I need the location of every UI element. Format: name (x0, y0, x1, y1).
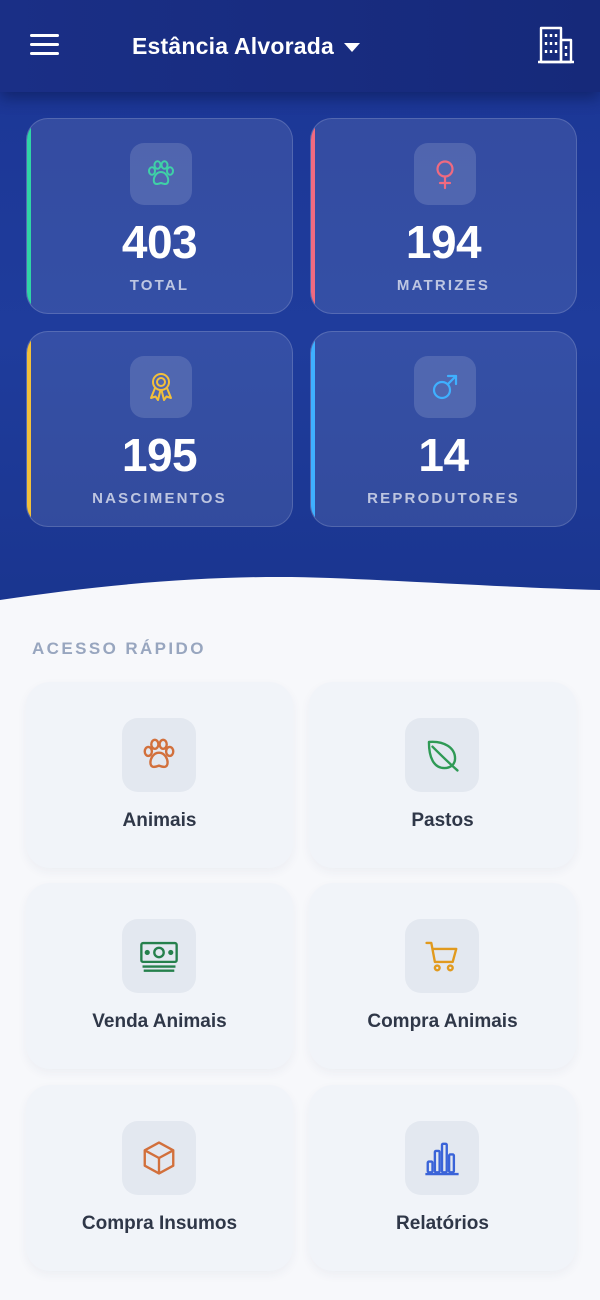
hamburger-menu-icon (30, 34, 59, 37)
stat-value-total: 403 (121, 216, 198, 268)
stat-card-reprodutores[interactable]: 14 REPRODUTORES (310, 331, 577, 527)
male-symbol-icon (432, 374, 458, 400)
stat-label-total: TOTAL (129, 277, 190, 294)
quick-item-label: Relatórios (396, 1213, 489, 1234)
stat-icon-box (130, 356, 192, 418)
stat-icon-box (130, 143, 192, 205)
quick-item-compra-animais[interactable]: Compra Animais (309, 883, 576, 1069)
farm-switch-button[interactable] (536, 24, 576, 66)
quick-icon-box (405, 919, 479, 993)
hero-wave (0, 576, 600, 620)
hamburger-menu-bar (30, 52, 59, 55)
stat-card-matrizes[interactable]: 194 MATRIZES (310, 118, 577, 314)
stat-card-total[interactable]: 403 TOTAL (26, 118, 293, 314)
quick-item-pastos[interactable]: Pastos (309, 682, 576, 868)
money-icon (140, 941, 178, 972)
stat-value-reprodutores: 14 (418, 429, 469, 481)
chevron-down-icon (343, 42, 360, 52)
quick-item-animais[interactable]: Animais (26, 682, 293, 868)
building-icon (538, 26, 574, 64)
quick-item-label: Animais (122, 810, 197, 831)
award-ribbon-icon (150, 373, 172, 401)
paw-icon (148, 160, 174, 185)
quick-item-label: Compra Animais (367, 1011, 518, 1032)
bar-chart-icon (425, 1142, 459, 1176)
quick-icon-box (122, 1121, 196, 1195)
female-symbol-icon (436, 160, 454, 190)
stat-icon-box (414, 356, 476, 418)
leaf-icon (427, 740, 459, 772)
stat-label-reprodutores: REPRODUTORES (367, 490, 520, 507)
quick-item-venda-animais[interactable]: Venda Animais (26, 883, 293, 1069)
app-screen: Estância Alvorada 403 TOTAL 194 MATRIZES… (0, 0, 600, 1300)
menu-button[interactable] (28, 30, 62, 60)
stat-value-matrizes: 194 (405, 216, 482, 268)
app-header: Estância Alvorada (0, 0, 600, 92)
quick-item-label: Venda Animais (92, 1011, 227, 1032)
quick-access-title: ACESSO RÁPIDO (32, 639, 206, 658)
quick-icon-box (122, 718, 196, 792)
quick-icon-box (405, 718, 479, 792)
paw-icon (143, 738, 175, 769)
quick-item-label: Pastos (411, 810, 474, 831)
box-icon (143, 1141, 175, 1175)
farm-name: Estância Alvorada (132, 32, 334, 59)
farm-selector[interactable]: Estância Alvorada (132, 30, 360, 62)
quick-icon-box (122, 919, 196, 993)
quick-item-label: Compra Insumos (81, 1213, 238, 1234)
stat-label-matrizes: MATRIZES (396, 277, 491, 294)
quick-item-relatorios[interactable]: Relatórios (309, 1085, 576, 1271)
stat-icon-box (414, 143, 476, 205)
stat-card-nascimentos[interactable]: 195 NASCIMENTOS (26, 331, 293, 527)
stat-value-nascimentos: 195 (121, 429, 198, 481)
hamburger-menu-bar (30, 43, 59, 46)
shopping-cart-icon (425, 941, 458, 972)
quick-item-compra-insumos[interactable]: Compra Insumos (26, 1085, 293, 1271)
quick-icon-box (405, 1121, 479, 1195)
stat-label-nascimentos: NASCIMENTOS (92, 490, 227, 507)
